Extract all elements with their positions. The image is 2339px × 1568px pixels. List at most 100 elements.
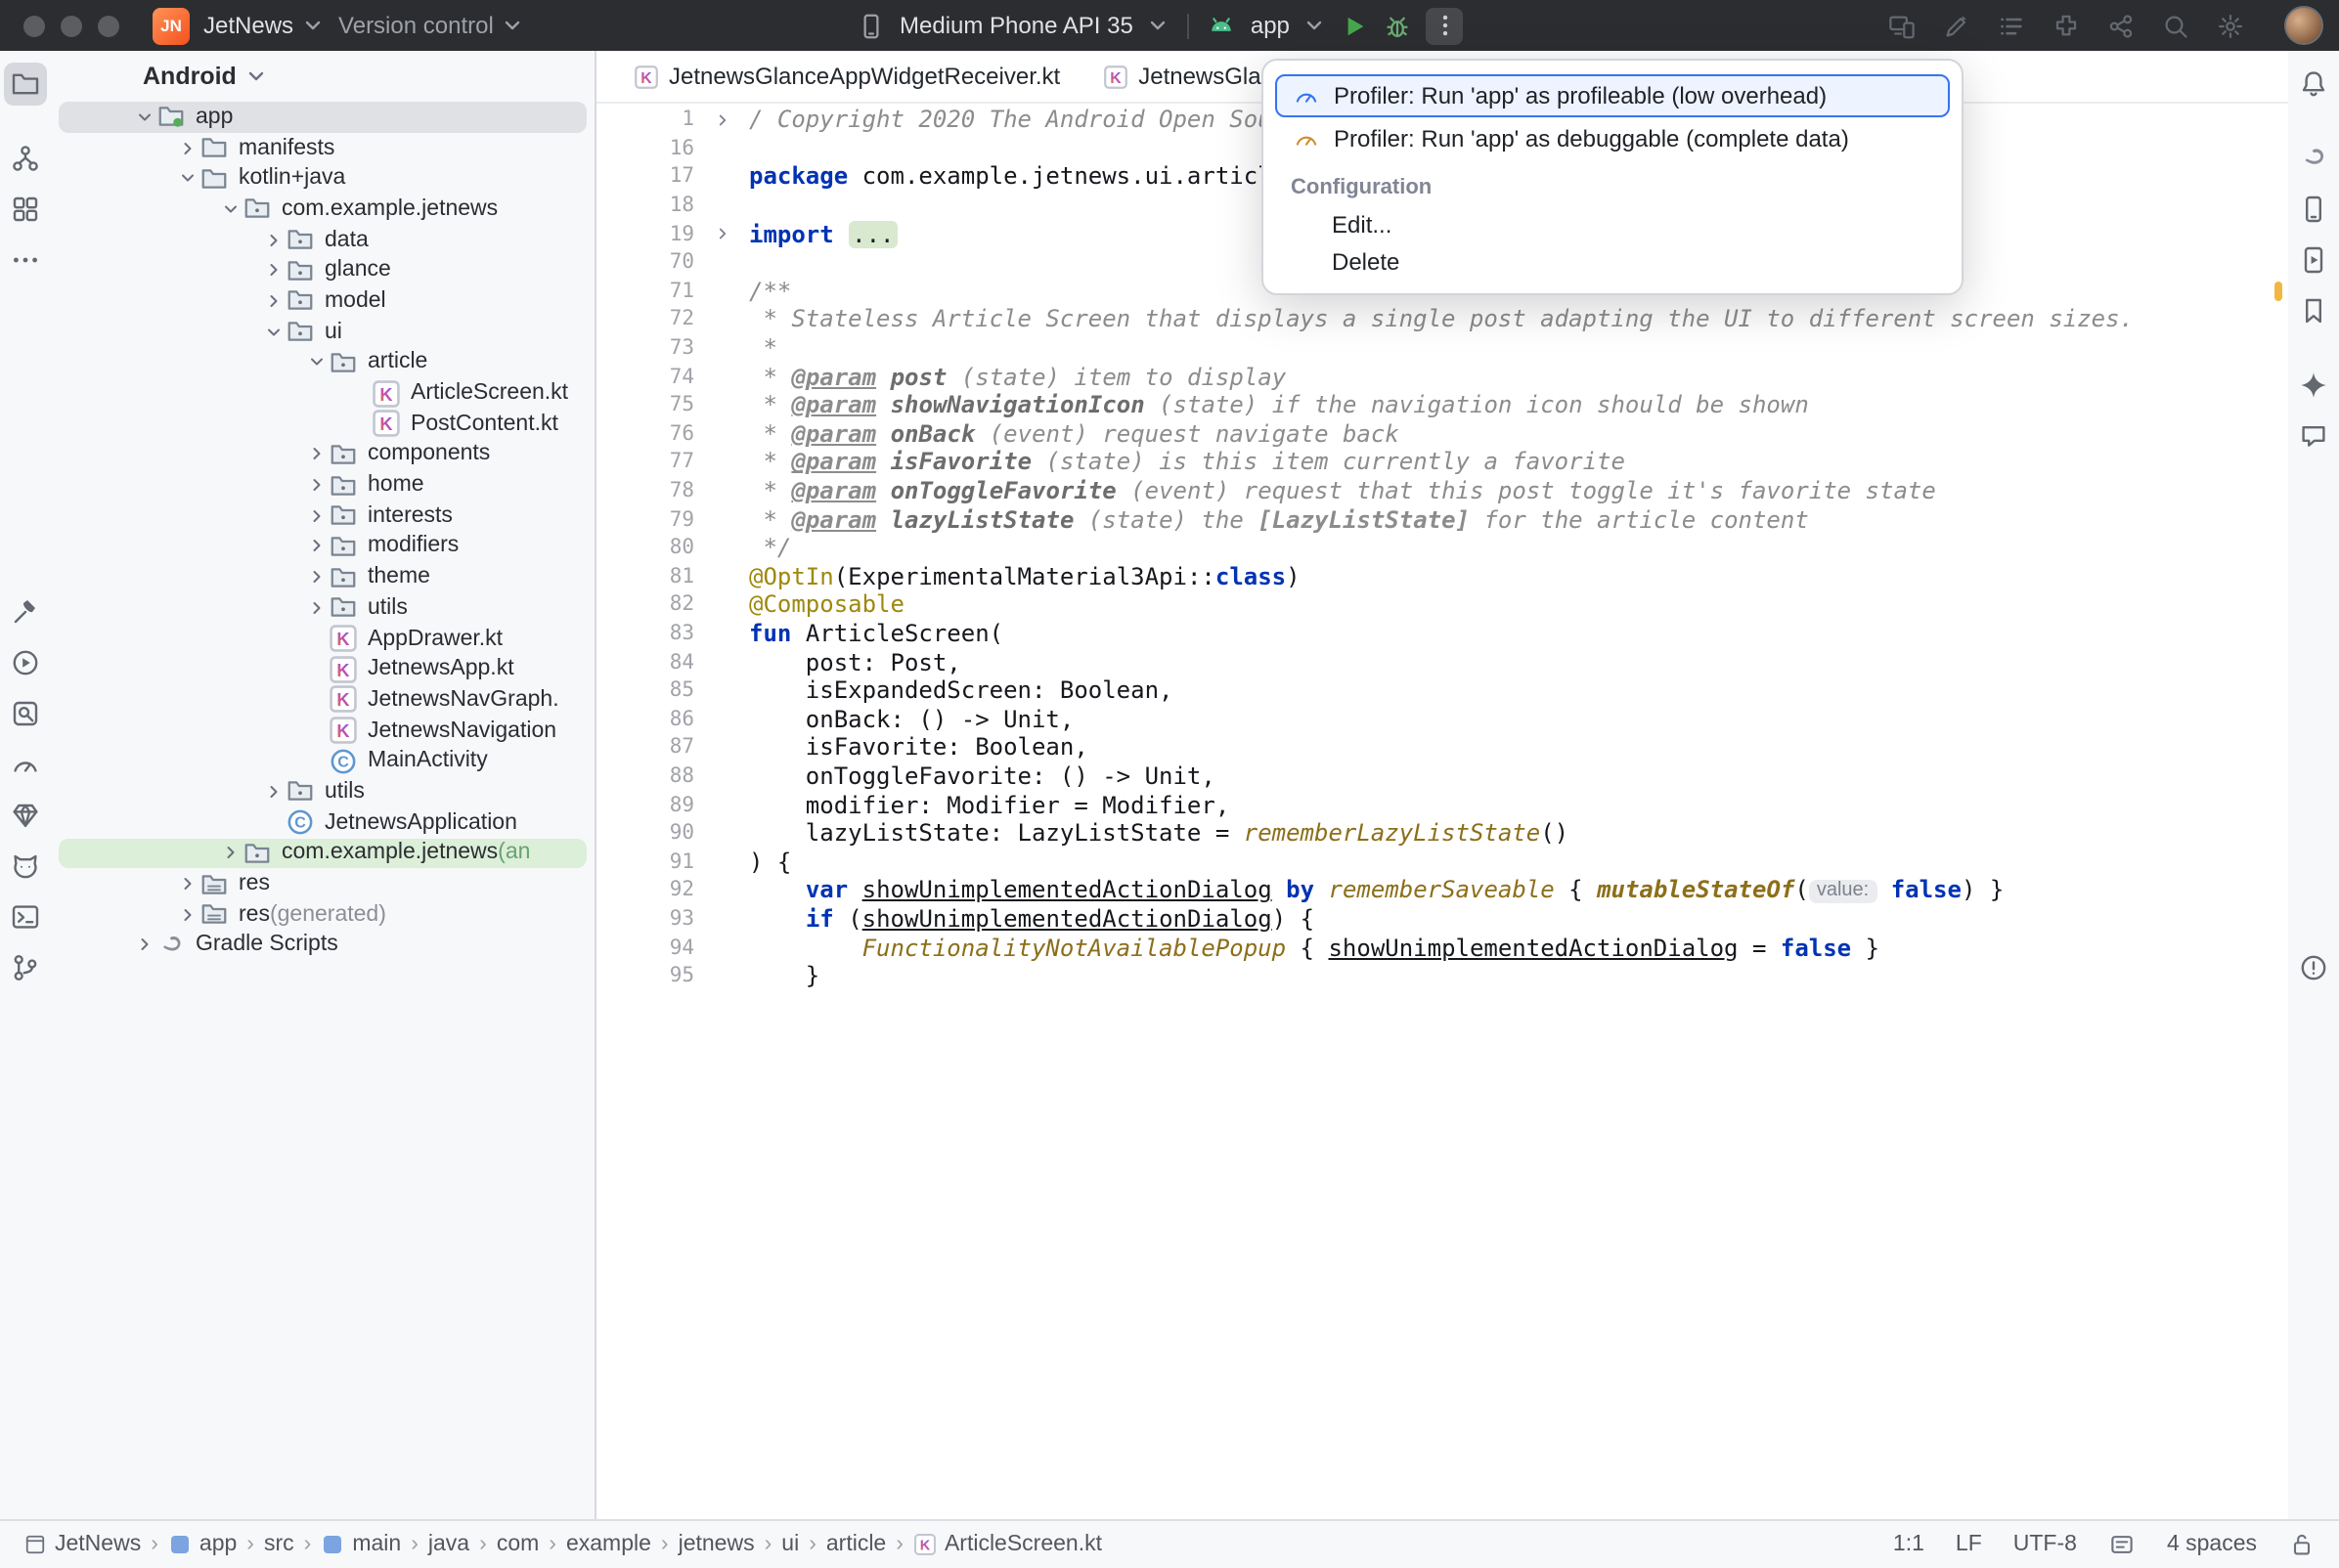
editor-tab[interactable]: KJetnewsGlanceAppWidgetReceiver.kt (612, 51, 1081, 102)
code-line[interactable]: 78 * @param onToggleFavorite (event) req… (596, 476, 2288, 504)
project-folder-icon[interactable] (4, 63, 47, 106)
popup-action-delete[interactable]: Delete (1275, 242, 1950, 280)
line-number[interactable]: 86 (596, 708, 714, 731)
running-devices-icon[interactable] (2292, 239, 2335, 282)
app-inspection-icon[interactable] (4, 692, 47, 735)
line-number[interactable]: 95 (596, 964, 714, 987)
code-line[interactable]: 91) { (596, 848, 2288, 876)
chevron-down-icon[interactable] (303, 353, 329, 372)
chevron-right-icon[interactable] (174, 138, 199, 157)
line-number[interactable]: 90 (596, 821, 714, 845)
chevron-right-icon[interactable] (303, 475, 329, 495)
code-line[interactable]: 73 * (596, 334, 2288, 363)
breadcrumb-item[interactable]: ui (781, 1533, 799, 1556)
chevron-right-icon[interactable] (303, 598, 329, 618)
more-run-options-button[interactable] (1427, 7, 1464, 44)
tree-item-jetnewsapplication[interactable]: CJetnewsApplication (51, 807, 595, 838)
code-line[interactable]: 72 * Stateless Article Screen that displ… (596, 305, 2288, 333)
device-manager-icon[interactable] (2292, 188, 2335, 231)
chevron-right-icon[interactable] (174, 904, 199, 924)
chevron-right-icon[interactable] (260, 782, 286, 802)
indent-size[interactable]: 4 spaces (2167, 1533, 2257, 1556)
tree-item-components[interactable]: components (51, 439, 595, 469)
caret-position[interactable]: 1:1 (1893, 1533, 1924, 1556)
code-line[interactable]: 74 * @param post (state) item to display (596, 363, 2288, 391)
tree-item-modifiers[interactable]: modifiers (51, 531, 595, 561)
tree-item-res[interactable]: res (generated) (51, 899, 595, 930)
breadcrumb-item[interactable]: JetNews (23, 1533, 141, 1556)
line-number[interactable]: 1 (596, 109, 714, 132)
chevron-right-icon[interactable] (174, 874, 199, 893)
tree-item-theme[interactable]: theme (51, 562, 595, 592)
code-line[interactable]: 79 * @param lazyListState (state) the [L… (596, 505, 2288, 534)
line-number[interactable]: 17 (596, 165, 714, 189)
popup-action-edit[interactable]: Edit... (1275, 205, 1950, 242)
chevron-down-icon[interactable] (174, 168, 199, 188)
tree-item-interests[interactable]: interests (51, 501, 595, 531)
tree-item-article[interactable]: article (51, 347, 595, 377)
tree-item-res[interactable]: res (51, 868, 595, 898)
build-hammer-icon[interactable] (4, 590, 47, 633)
code-line[interactable]: 89 modifier: Modifier = Modifier, (596, 791, 2288, 819)
fold-chevron-icon[interactable] (714, 111, 739, 129)
resource-manager-icon[interactable] (4, 188, 47, 231)
project-view-selector[interactable]: Android (51, 51, 595, 102)
line-number[interactable]: 73 (596, 336, 714, 360)
line-number[interactable]: 83 (596, 622, 714, 645)
tree-item-postcontent-kt[interactable]: KPostContent.kt (51, 409, 595, 439)
line-number[interactable]: 84 (596, 650, 714, 674)
hierarchy-icon[interactable] (4, 137, 47, 180)
chevron-down-icon[interactable] (131, 108, 156, 127)
line-number[interactable]: 70 (596, 251, 714, 275)
breadcrumb-item[interactable]: com (497, 1533, 539, 1556)
chevron-right-icon[interactable] (303, 537, 329, 556)
code-line[interactable]: 76 * @param onBack (event) request navig… (596, 419, 2288, 448)
breadcrumb-item[interactable]: java (428, 1533, 469, 1556)
line-separator[interactable]: LF (1956, 1533, 1982, 1556)
line-number[interactable]: 16 (596, 137, 714, 160)
code-line[interactable]: 87 isFavorite: Boolean, (596, 733, 2288, 762)
version-control-icon[interactable] (4, 946, 47, 989)
tree-item-utils[interactable]: utils (51, 776, 595, 806)
line-number[interactable]: 76 (596, 422, 714, 446)
gradle-icon[interactable] (2292, 137, 2335, 180)
code-line[interactable]: 84 post: Post, (596, 648, 2288, 676)
breadcrumb-item[interactable]: KArticleScreen.kt (913, 1533, 1102, 1556)
line-number[interactable]: 18 (596, 194, 714, 217)
line-number[interactable]: 79 (596, 507, 714, 531)
breadcrumb-item[interactable]: article (826, 1533, 886, 1556)
more-icon[interactable] (4, 239, 47, 282)
fold-chevron-icon[interactable] (714, 225, 739, 242)
line-number[interactable]: 78 (596, 479, 714, 502)
code-line[interactable]: 90 lazyListState: LazyListState = rememb… (596, 819, 2288, 848)
gemini-sparkle-icon[interactable] (2292, 364, 2335, 407)
popup-item[interactable]: Profiler: Run 'app' as debuggable (compl… (1275, 117, 1950, 160)
chevron-down-icon[interactable] (217, 199, 243, 219)
terminal-icon[interactable] (4, 895, 47, 938)
tree-item-jetnewsapp-kt[interactable]: KJetnewsApp.kt (51, 654, 595, 684)
tree-item-app[interactable]: app (59, 102, 587, 132)
chevron-right-icon[interactable] (303, 506, 329, 526)
task-list-icon[interactable] (1995, 10, 2026, 41)
zoom-button[interactable] (98, 16, 119, 37)
line-number[interactable]: 74 (596, 365, 714, 388)
breadcrumb-item[interactable]: app (168, 1533, 237, 1556)
app-quality-insights-icon[interactable] (4, 794, 47, 837)
chevron-right-icon[interactable] (131, 936, 156, 955)
breadcrumb-item[interactable]: example (566, 1533, 651, 1556)
settings-gear-icon[interactable] (2214, 10, 2245, 41)
popup-item[interactable]: Profiler: Run 'app' as profileable (low … (1275, 74, 1950, 117)
run-config-selector[interactable]: app (1251, 12, 1290, 39)
chevron-right-icon[interactable] (260, 230, 286, 249)
debug-button[interactable] (1384, 11, 1413, 40)
tree-item-kotlin-java[interactable]: kotlin+java (51, 163, 595, 194)
code-line[interactable]: 77 * @param isFavorite (state) is this i… (596, 448, 2288, 476)
tree-item-appdrawer-kt[interactable]: KAppDrawer.kt (51, 623, 595, 653)
chevron-right-icon[interactable] (217, 844, 243, 863)
line-number[interactable]: 91 (596, 849, 714, 873)
line-number[interactable]: 75 (596, 393, 714, 416)
problems-icon[interactable] (2292, 946, 2335, 989)
run-button[interactable] (1341, 11, 1370, 40)
logcat-icon[interactable] (4, 845, 47, 888)
tree-item-articlescreen-kt[interactable]: KArticleScreen.kt (51, 377, 595, 408)
